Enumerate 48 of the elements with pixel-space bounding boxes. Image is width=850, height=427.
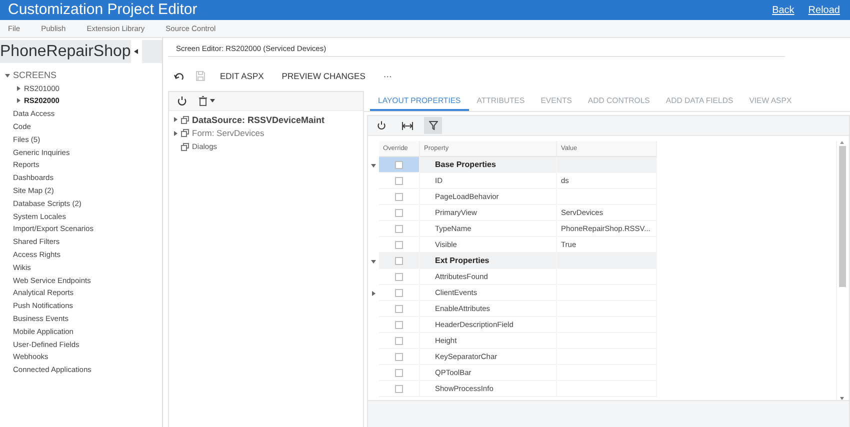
caret-right-icon[interactable] bbox=[16, 86, 21, 91]
tree-node[interactable]: DataSource: RSSVDeviceMaint bbox=[192, 114, 325, 125]
edit-aspx-button[interactable]: EDIT ASPX bbox=[217, 71, 267, 81]
caret-right-icon[interactable] bbox=[173, 117, 178, 122]
project-name: PhoneRepairShop bbox=[0, 42, 131, 60]
checkbox[interactable] bbox=[395, 320, 403, 328]
checkbox[interactable] bbox=[395, 224, 403, 232]
checkbox[interactable] bbox=[395, 208, 403, 216]
caret-down-icon bbox=[210, 99, 215, 103]
preview-changes-button[interactable]: PREVIEW CHANGES bbox=[278, 71, 368, 81]
checkbox[interactable] bbox=[395, 272, 403, 280]
delete-button[interactable] bbox=[199, 96, 215, 106]
caret-down-icon[interactable] bbox=[5, 72, 10, 78]
undo-icon bbox=[174, 72, 184, 80]
caret-right-icon[interactable] bbox=[173, 130, 178, 136]
caret-right-icon[interactable] bbox=[371, 290, 376, 296]
caret-down-icon[interactable] bbox=[371, 258, 376, 264]
checkbox[interactable] bbox=[395, 288, 403, 296]
back-link[interactable]: Back bbox=[772, 4, 794, 16]
caret-right-icon[interactable] bbox=[16, 98, 21, 104]
save-icon bbox=[196, 71, 205, 81]
checkbox[interactable] bbox=[395, 304, 403, 312]
more-button[interactable]: ··· bbox=[380, 71, 395, 81]
tree-node[interactable]: Form: ServDevices bbox=[192, 128, 264, 138]
reload-link[interactable]: Reload bbox=[808, 4, 840, 16]
checkbox[interactable] bbox=[395, 368, 403, 376]
group-label: Base Properties bbox=[420, 157, 557, 173]
group-label: Ext Properties bbox=[420, 253, 557, 269]
filter-icon bbox=[428, 121, 438, 130]
section-label[interactable]: SCREENS bbox=[13, 70, 57, 80]
caret-down-icon[interactable] bbox=[371, 162, 376, 168]
checkbox[interactable] bbox=[395, 192, 403, 200]
trash-icon bbox=[199, 96, 207, 106]
checkbox[interactable] bbox=[395, 160, 403, 168]
checkbox[interactable] bbox=[395, 384, 403, 392]
caret-left-icon bbox=[134, 49, 138, 54]
checkbox[interactable] bbox=[395, 240, 403, 248]
checkbox[interactable] bbox=[395, 256, 403, 264]
checkbox[interactable] bbox=[395, 176, 403, 184]
filter-button[interactable] bbox=[424, 117, 442, 134]
scrollbar[interactable] bbox=[836, 141, 847, 400]
undo-button[interactable] bbox=[174, 72, 184, 80]
collapse-button[interactable] bbox=[130, 40, 142, 63]
checkbox[interactable] bbox=[395, 352, 403, 360]
checkbox[interactable] bbox=[395, 336, 403, 344]
window-title: Customization Project Editor bbox=[8, 0, 198, 20]
fit-width-icon bbox=[402, 122, 412, 130]
caret-up-icon bbox=[840, 141, 844, 144]
